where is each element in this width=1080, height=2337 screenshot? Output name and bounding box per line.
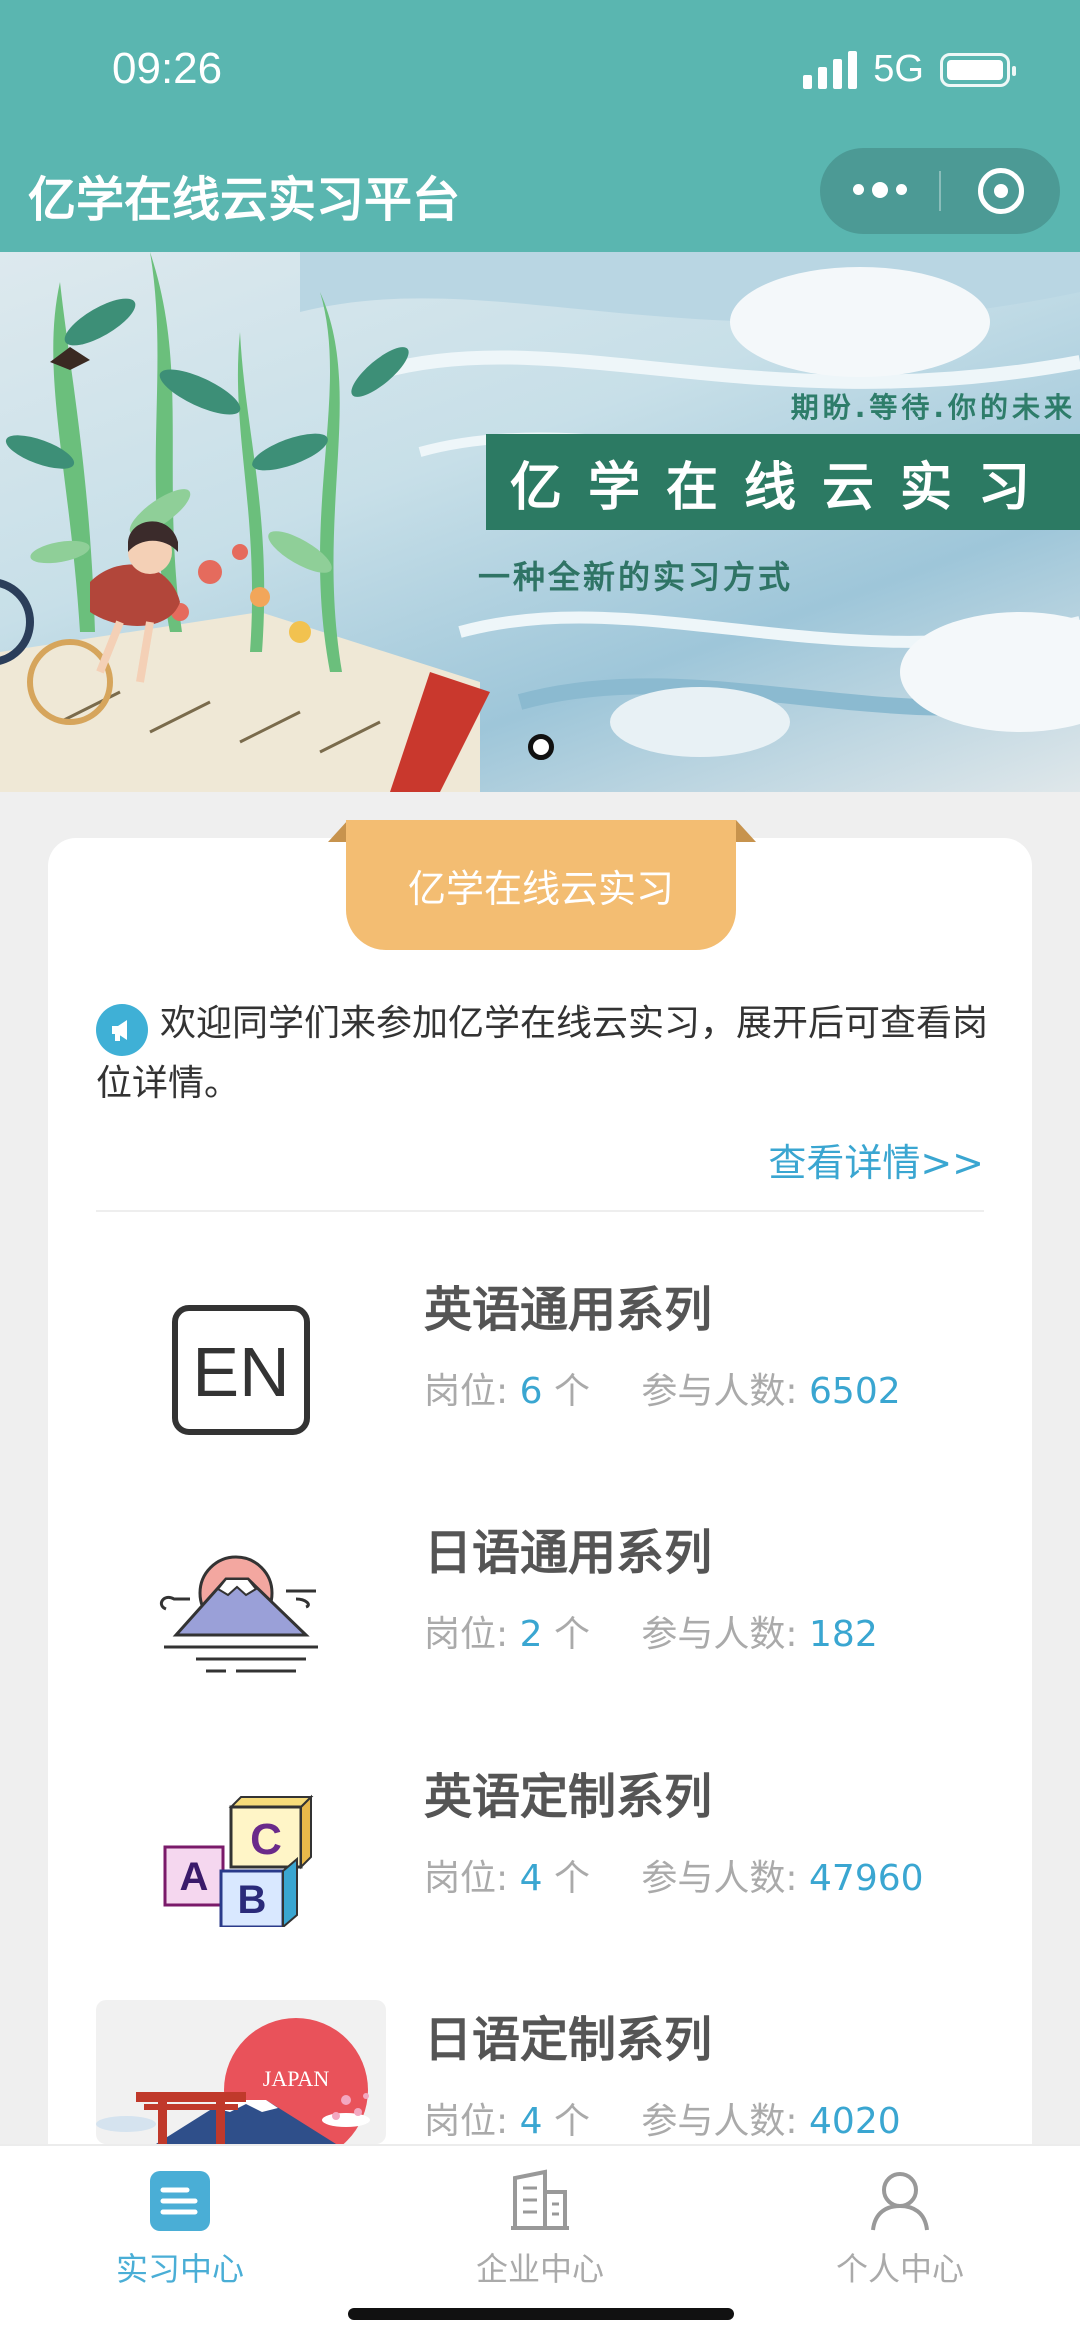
- positions-unit: 个: [553, 1614, 590, 1655]
- notice-text: 欢迎同学们来参加亿学在线云实习，展开后可查看岗位详情。: [96, 1003, 989, 1104]
- card-ribbon-title: 亿学在线云实习: [346, 820, 736, 950]
- card-divider: [96, 1210, 984, 1212]
- mini-program-capsule: [820, 148, 1060, 234]
- positions-unit: 个: [553, 1371, 590, 1412]
- series-meta: 岗位: 4 个 参与人数: 47960: [424, 1849, 924, 1901]
- status-icons: 5G: [803, 48, 1016, 91]
- series-name: 日语通用系列: [424, 1525, 713, 1581]
- japan-image-text: JAPAN: [263, 2066, 330, 2091]
- tab-enterprise-center[interactable]: 企业中心: [360, 2168, 720, 2290]
- positions-label: 岗位:: [424, 1858, 509, 1899]
- ribbon-fold-right: [736, 820, 756, 842]
- ribbon-fold-left: [328, 820, 348, 842]
- carousel-indicator-dot[interactable]: [528, 734, 554, 760]
- status-time: 09:26: [112, 44, 223, 93]
- series-item-japanese-general[interactable]: 日语通用系列 岗位: 2 个 参与人数: 182: [96, 1513, 984, 1733]
- signal-icon: [803, 50, 858, 89]
- battery-icon: [940, 52, 1016, 87]
- participants-label: 参与人数:: [641, 1858, 798, 1899]
- positions-count: 2: [519, 1614, 543, 1655]
- banner-headline: 亿学在线云实习: [486, 434, 1080, 530]
- participants-label: 参与人数:: [641, 2101, 798, 2142]
- app-title: 亿学在线云实习平台: [28, 172, 461, 228]
- banner-tagline: 期盼.等待.你的未来: [790, 391, 1076, 424]
- notice-text-block: 欢迎同学们来参加亿学在线云实习，展开后可查看岗位详情。: [96, 996, 996, 1112]
- series-meta: 岗位: 6 个 参与人数: 6502: [424, 1362, 901, 1414]
- home-indicator[interactable]: [348, 2308, 734, 2320]
- participants-count: 6502: [809, 1371, 901, 1412]
- tab-personal-center[interactable]: 个人中心: [720, 2168, 1080, 2290]
- positions-count: 4: [519, 2101, 543, 2142]
- abc-blocks-icon: C A B: [96, 1757, 386, 1957]
- megaphone-icon: [96, 1004, 148, 1056]
- target-circle-icon[interactable]: [941, 168, 1060, 214]
- tab-internship-center[interactable]: 实习中心: [0, 2168, 360, 2290]
- series-name: 英语通用系列: [424, 1282, 713, 1338]
- view-details-link[interactable]: 查看详情>>: [768, 1132, 984, 1187]
- network-type: 5G: [873, 48, 924, 90]
- top-bar: 09:26 5G 亿学在线云实习平台: [0, 0, 1080, 252]
- japan-torii-image: JAPAN: [96, 2000, 386, 2144]
- svg-text:EN: EN: [192, 1333, 289, 1411]
- participants-count: 47960: [809, 1858, 924, 1899]
- participants-label: 参与人数:: [641, 1371, 798, 1412]
- tab-label: 个人中心: [835, 2250, 964, 2288]
- banner-subtitle: 一种全新的实习方式: [478, 558, 794, 596]
- positions-label: 岗位:: [424, 1371, 509, 1412]
- positions-label: 岗位:: [424, 1614, 509, 1655]
- svg-text:A: A: [180, 1855, 209, 1899]
- svg-text:C: C: [250, 1815, 282, 1864]
- svg-text:B: B: [238, 1878, 267, 1922]
- positions-label: 岗位:: [424, 2101, 509, 2142]
- mount-fuji-icon: [96, 1513, 386, 1713]
- positions-unit: 个: [553, 1858, 590, 1899]
- series-item-english-custom[interactable]: C A B 英语定制系列 岗位: 4 个 参与人数: 47960: [96, 1757, 984, 1977]
- series-item-english-general[interactable]: EN 英语通用系列 岗位: 6 个 参与人数: 6502: [96, 1270, 984, 1490]
- tab-label: 企业中心: [475, 2250, 604, 2288]
- series-name: 日语定制系列: [424, 2012, 713, 2068]
- more-dots-icon[interactable]: [820, 182, 939, 198]
- positions-count: 4: [519, 1858, 543, 1899]
- person-icon: [871, 2172, 929, 2231]
- building-icon: [511, 2169, 569, 2230]
- en-logo-icon: EN: [96, 1270, 386, 1470]
- tab-label: 实习中心: [115, 2250, 244, 2288]
- participants-label: 参与人数:: [641, 1614, 798, 1655]
- positions-count: 6: [519, 1371, 543, 1412]
- positions-unit: 个: [553, 2101, 590, 2142]
- participants-count: 4020: [809, 2101, 901, 2142]
- participants-count: 182: [809, 1614, 878, 1655]
- series-meta: 岗位: 4 个 参与人数: 4020: [424, 2092, 901, 2144]
- series-name: 英语定制系列: [424, 1769, 713, 1825]
- banner-carousel[interactable]: 期盼.等待.你的未来 亿学在线云实习 一种全新的实习方式: [0, 252, 1080, 792]
- list-doc-icon: [150, 2171, 210, 2231]
- series-meta: 岗位: 2 个 参与人数: 182: [424, 1605, 878, 1657]
